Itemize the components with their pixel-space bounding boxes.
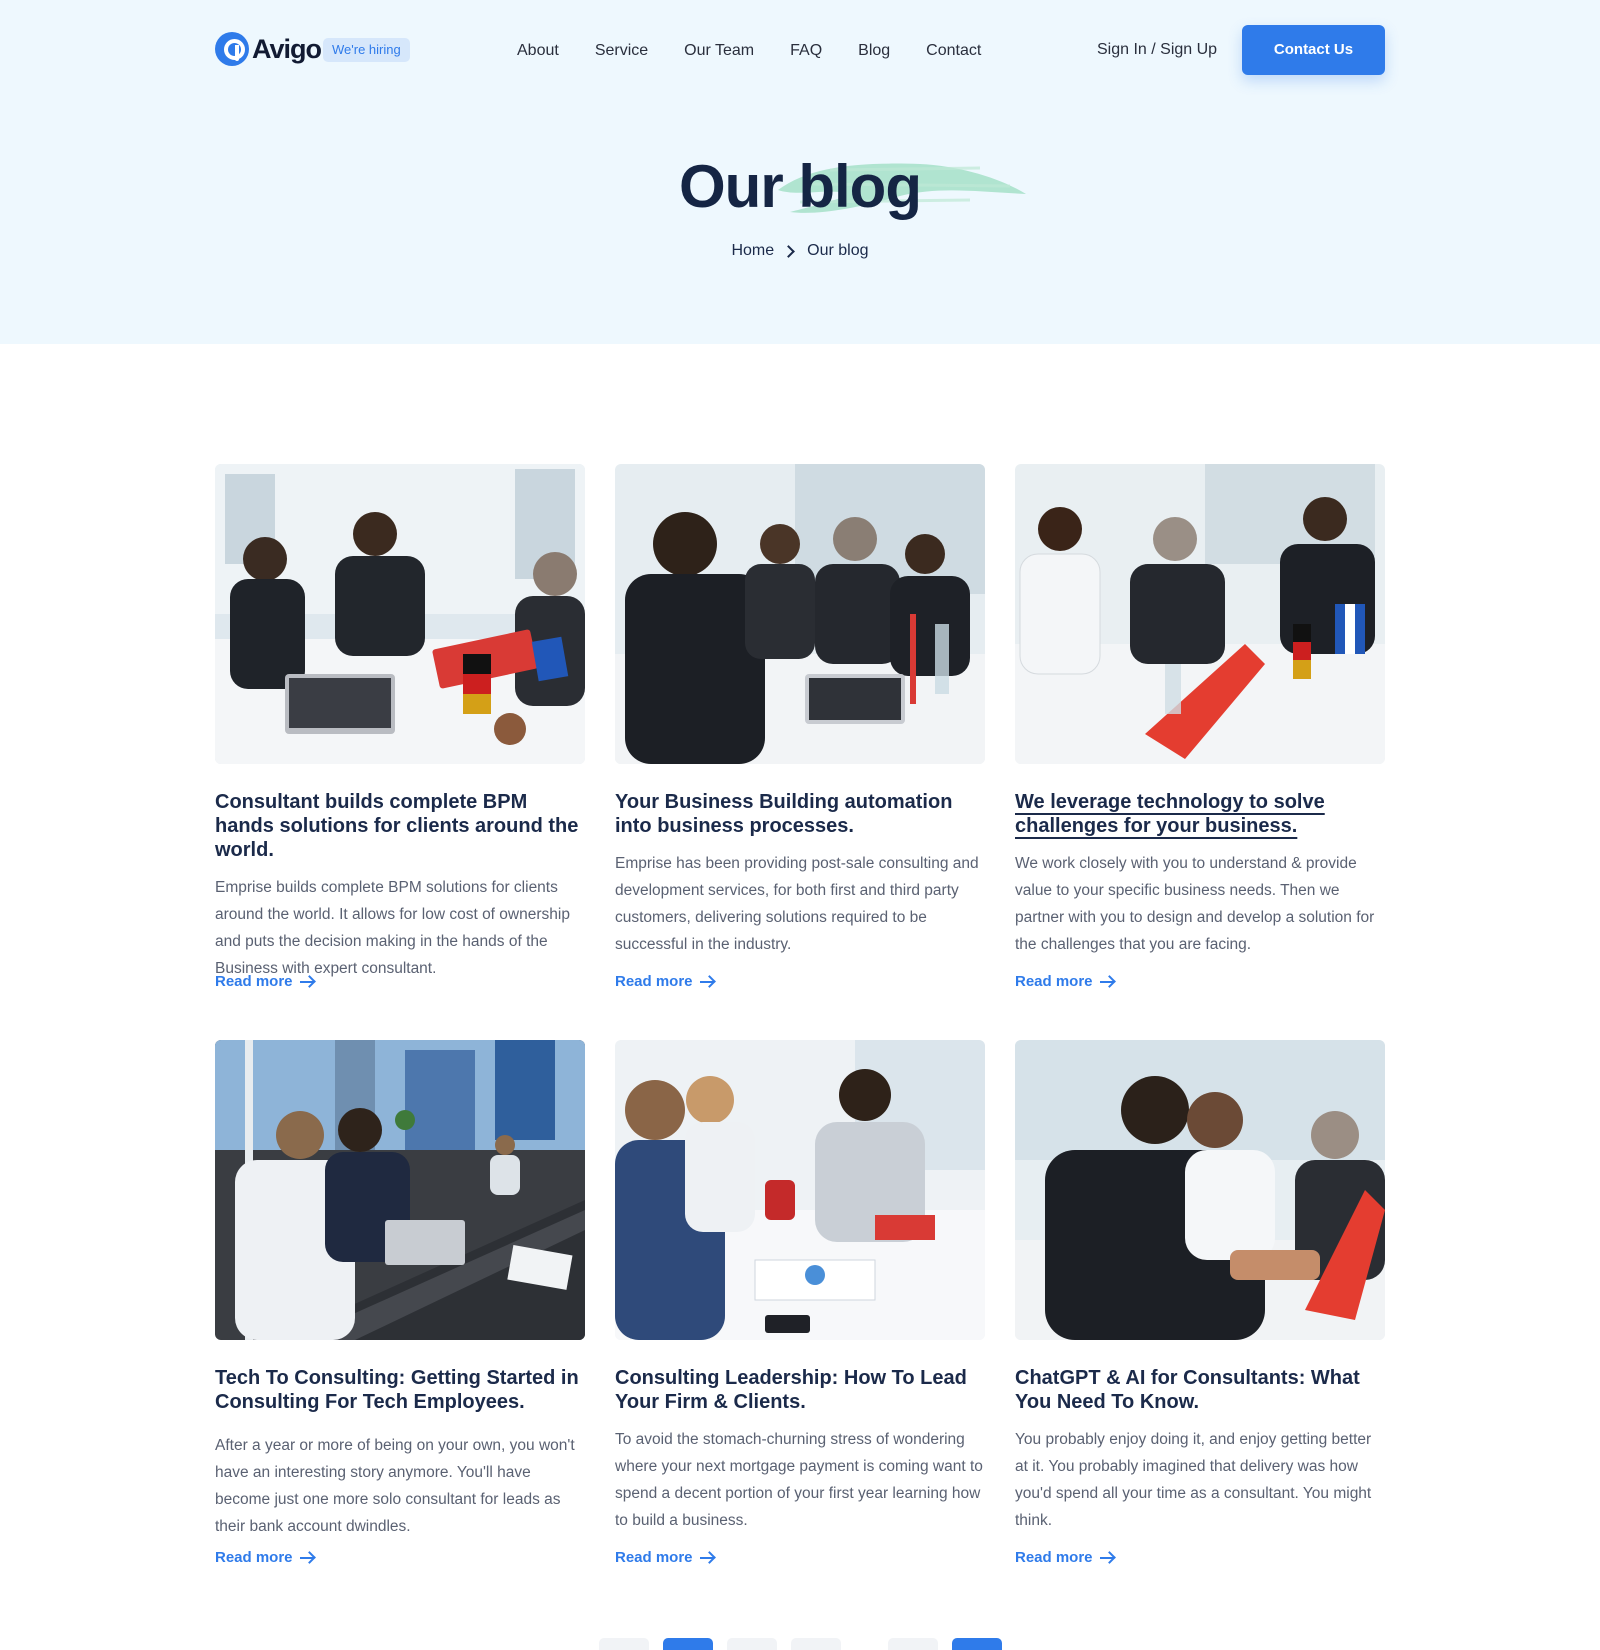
blog-post-image[interactable]: [1015, 1040, 1385, 1340]
arrow-right-icon: [299, 1556, 314, 1559]
blog-card: Tech To Consulting: Getting Started in C…: [215, 1040, 585, 1540]
blog-post-excerpt: Emprise builds complete BPM solutions fo…: [215, 879, 570, 977]
logo-mark-icon: [215, 32, 249, 66]
blog-post-title[interactable]: Consultant builds complete BPM hands sol…: [215, 790, 585, 862]
blog-card: ChatGPT & AI for Consultants: What You N…: [1015, 1040, 1385, 1534]
read-more-label: Read more: [215, 973, 293, 990]
blog-card: Consultant builds complete BPM hands sol…: [215, 464, 585, 982]
pagination-page-active[interactable]: [663, 1638, 713, 1650]
breadcrumb-home[interactable]: Home: [731, 242, 774, 260]
arrow-right-icon: [1099, 980, 1114, 983]
blog-post-excerpt: Emprise has been providing post-sale con…: [615, 855, 979, 953]
breadcrumb-current: Our blog: [807, 242, 869, 259]
nav-item-blog[interactable]: Blog: [858, 42, 890, 60]
breadcrumb: Home Our blog: [0, 242, 1600, 260]
blog-post-title[interactable]: We leverage technology to solve challeng…: [1015, 790, 1385, 838]
blog-card: Consulting Leadership: How To Lead Your …: [615, 1040, 985, 1534]
pagination-prev[interactable]: [599, 1638, 649, 1650]
blog-post-image[interactable]: [615, 464, 985, 764]
arrow-right-icon: [699, 1556, 714, 1559]
nav-item-about[interactable]: About: [517, 42, 559, 60]
read-more-label: Read more: [615, 1549, 693, 1566]
read-more-link[interactable]: Read more: [215, 973, 314, 990]
main-nav: About Service Our Team FAQ Blog Contact: [517, 42, 1017, 60]
arrow-right-icon: [699, 980, 714, 983]
page-title: Our blog: [679, 153, 922, 220]
read-more-label: Read more: [1015, 973, 1093, 990]
read-more-link[interactable]: Read more: [1015, 973, 1114, 990]
blog-post-excerpt: To avoid the stomach-churning stress of …: [615, 1431, 983, 1529]
nav-item-our-team[interactable]: Our Team: [684, 42, 754, 60]
pagination-page[interactable]: [791, 1638, 841, 1650]
logo[interactable]: Avigo: [215, 32, 322, 66]
read-more-label: Read more: [1015, 1549, 1093, 1566]
blog-post-title[interactable]: Tech To Consulting: Getting Started in C…: [215, 1366, 585, 1414]
arrow-right-icon: [299, 980, 314, 983]
blog-post-title-text: We leverage technology to solve challeng…: [1015, 791, 1325, 837]
pagination-next[interactable]: [952, 1638, 1002, 1650]
nav-item-faq[interactable]: FAQ: [790, 42, 822, 60]
blog-post-title[interactable]: Consulting Leadership: How To Lead Your …: [615, 1366, 985, 1414]
hiring-badge[interactable]: We're hiring: [323, 38, 410, 62]
read-more-link[interactable]: Read more: [1015, 1549, 1114, 1566]
blog-post-title[interactable]: Your Business Building automation into b…: [615, 790, 985, 838]
blog-post-image[interactable]: [215, 464, 585, 764]
read-more-label: Read more: [615, 973, 693, 990]
pagination-page[interactable]: [888, 1638, 938, 1650]
pagination-page[interactable]: [727, 1638, 777, 1650]
read-more-link[interactable]: Read more: [615, 1549, 714, 1566]
blog-card: We leverage technology to solve challeng…: [1015, 464, 1385, 958]
blog-post-image[interactable]: [215, 1040, 585, 1340]
contact-us-button[interactable]: Contact Us: [1242, 25, 1385, 75]
nav-item-contact[interactable]: Contact: [926, 42, 981, 60]
blog-post-excerpt: We work closely with you to understand &…: [1015, 855, 1375, 953]
blog-post-image[interactable]: [615, 1040, 985, 1340]
blog-post-title[interactable]: ChatGPT & AI for Consultants: What You N…: [1015, 1366, 1385, 1414]
sign-in-link[interactable]: Sign In / Sign Up: [1097, 41, 1217, 59]
read-more-link[interactable]: Read more: [215, 1549, 314, 1566]
blog-post-excerpt: After a year or more of being on your ow…: [215, 1437, 575, 1535]
blog-post-image[interactable]: [1015, 464, 1385, 764]
read-more-link[interactable]: Read more: [615, 973, 714, 990]
chevron-right-icon: [782, 244, 796, 258]
blog-post-excerpt: You probably enjoy doing it, and enjoy g…: [1015, 1431, 1372, 1529]
blog-card: Your Business Building automation into b…: [615, 464, 985, 958]
nav-item-service[interactable]: Service: [595, 42, 648, 60]
logo-text: Avigo: [252, 33, 322, 64]
arrow-right-icon: [1099, 1556, 1114, 1559]
read-more-label: Read more: [215, 1549, 293, 1566]
